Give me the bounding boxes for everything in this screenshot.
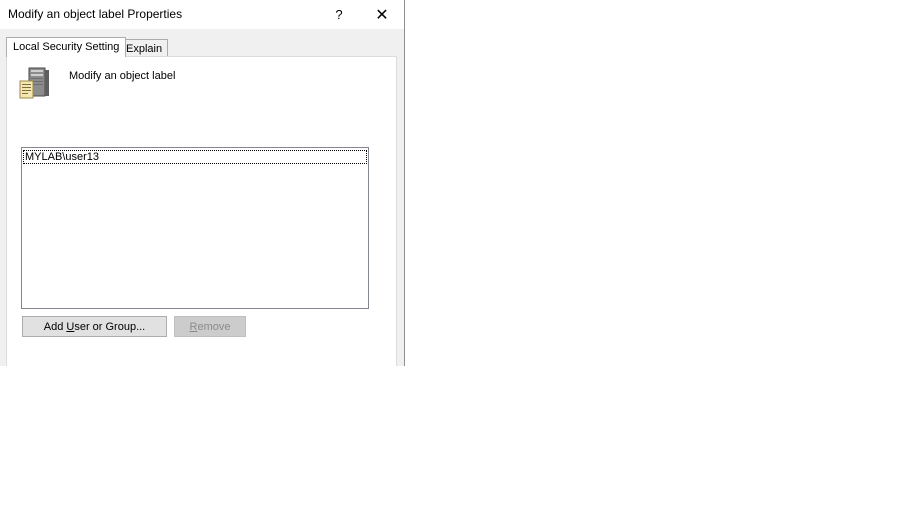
tab-panel: Modify an object label MYLAB\user13 Add … <box>6 56 397 366</box>
dialog-body: Local Security Setting Explain Modify an… <box>0 29 404 366</box>
add-user-or-group-button[interactable]: Add User or Group... <box>22 316 167 337</box>
remove-button-label-post: emove <box>197 320 231 333</box>
server-policy-icon <box>19 67 49 99</box>
add-button-label-post: ser or Group... <box>74 320 146 333</box>
remove-button[interactable]: Remove <box>174 316 246 337</box>
policy-name: Modify an object label <box>69 70 176 82</box>
properties-dialog: Modify an object label Properties ? ✕ Lo… <box>0 0 405 366</box>
window-title: Modify an object label Properties <box>8 7 183 21</box>
add-button-mnemonic: U <box>66 320 75 333</box>
add-button-label-pre: Add <box>43 320 67 333</box>
close-button[interactable]: ✕ <box>361 0 403 29</box>
tab-local-security-setting[interactable]: Local Security Setting <box>6 37 127 57</box>
help-button[interactable]: ? <box>318 0 360 29</box>
title-bar[interactable]: Modify an object label Properties ? ✕ <box>0 0 404 29</box>
tab-explain[interactable]: Explain <box>120 39 169 57</box>
assigned-users-list[interactable]: MYLAB\user13 <box>21 147 369 309</box>
list-item[interactable]: MYLAB\user13 <box>23 150 367 164</box>
remove-button-mnemonic: R <box>189 320 198 333</box>
